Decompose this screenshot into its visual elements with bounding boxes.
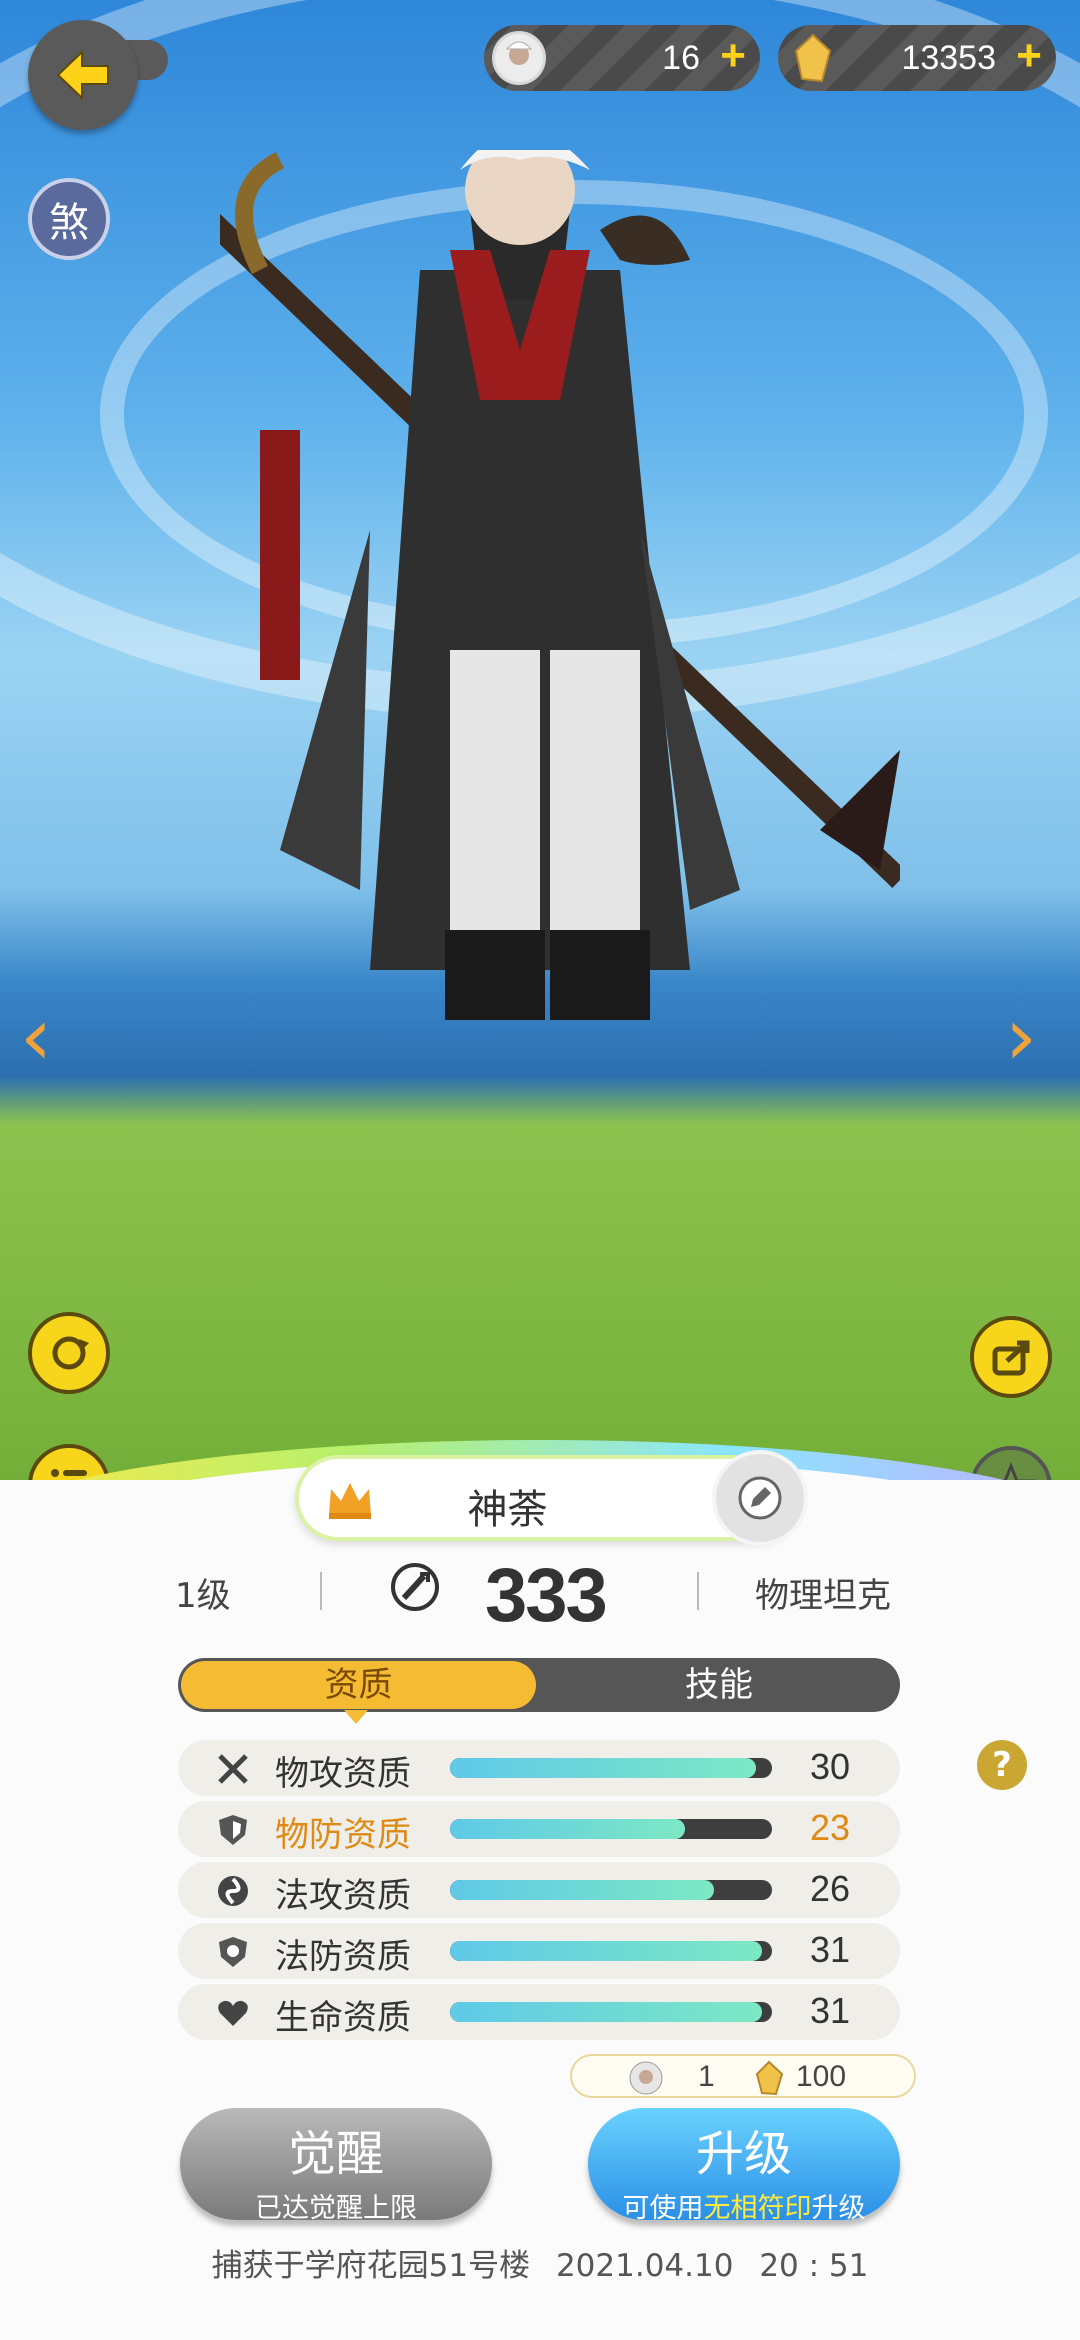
attribute-bar-fill [450, 1880, 715, 1900]
upgrade-cost: 1 100 [570, 2054, 916, 2098]
attribute-row: 法攻资质 26 [178, 1862, 900, 1918]
gold-crystal-icon [786, 31, 840, 85]
cost-token-value: 1 [698, 2060, 715, 2093]
sha-badge[interactable]: 煞 [28, 178, 110, 260]
awaken-button[interactable]: 觉醒 已达觉醒上限 [180, 2108, 492, 2224]
attribute-bar-fill [450, 2002, 763, 2022]
magic-orb-icon [218, 1876, 248, 1906]
prev-pet-arrow-icon[interactable]: ‹ [20, 990, 52, 1083]
pet-name: 神荼 [467, 1487, 548, 1533]
attribute-label: 法防资质 [275, 1937, 411, 1977]
pet-role: 物理坦克 [755, 1576, 891, 1616]
upgrade-button[interactable]: 升级 可使用无相符印升级 [588, 2108, 900, 2224]
attribute-row: 物防资质 23 [178, 1801, 900, 1857]
attribute-label: 生命资质 [275, 1998, 411, 2038]
share-button[interactable] [970, 1316, 1052, 1398]
combat-power: 333 [485, 1553, 608, 1638]
gold-crystal-icon [755, 2060, 784, 2096]
upgrade-button-label: 升级 [695, 2126, 792, 2182]
currency-gold[interactable]: 13353 + [778, 25, 1056, 91]
help-question-icon[interactable]: ? [977, 1740, 1027, 1790]
attribute-value: 31 [809, 1929, 850, 1970]
pet-level: 1级 [175, 1576, 231, 1616]
attribute-value: 31 [809, 1990, 850, 2031]
attribute-label: 物防资质 [275, 1815, 411, 1855]
capture-info: 捕获于学府花园51号楼 2021.04.10 20 : 51 [0, 2240, 1080, 2285]
character-model [220, 150, 900, 1020]
share-icon [992, 1340, 1030, 1376]
back-arrow-icon [28, 20, 138, 130]
attribute-bar-fill [450, 1941, 763, 1961]
upgrade-sub-item: 无相符印 [703, 2193, 812, 2224]
tab-skills[interactable]: 技能 [538, 1658, 900, 1712]
heart-icon [218, 2000, 248, 2026]
cost-gold-value: 100 [796, 2060, 847, 2093]
rotate-icon [52, 1336, 89, 1370]
rotate-button[interactable] [28, 1312, 110, 1394]
upgrade-sub-pre: 可使用 [622, 2193, 704, 2224]
rename-button[interactable] [712, 1450, 808, 1546]
capture-date: 2021.04.10 [555, 2248, 734, 2284]
attribute-value: 30 [809, 1746, 850, 1787]
attribute-value: 23 [809, 1807, 850, 1848]
avatar-token-icon [629, 2061, 663, 2095]
attribute-value: 26 [809, 1868, 850, 1909]
tab-bar: 资质 技能 [178, 1658, 900, 1712]
attribute-bar-fill [450, 1758, 756, 1778]
sha-badge-label: 煞 [49, 200, 89, 246]
divider [320, 1572, 322, 1610]
swords-icon [218, 1754, 248, 1784]
upgrade-sub-post: 升级 [811, 2193, 866, 2224]
magic-shield-icon [219, 1937, 247, 1967]
add-avatar-token-icon[interactable]: + [720, 31, 746, 81]
currency-gold-value: 13353 [901, 39, 996, 77]
pencil-icon [738, 1476, 782, 1520]
add-gold-icon[interactable]: + [1016, 31, 1042, 81]
attribute-bar [450, 1758, 772, 1778]
attribute-bar [450, 1880, 772, 1900]
attribute-row: 物攻资质 30 [178, 1740, 900, 1796]
tab-aptitude[interactable]: 资质 [181, 1661, 536, 1709]
attribute-bar [450, 1941, 772, 1961]
attribute-label: 法攻资质 [275, 1876, 411, 1916]
power-icon [391, 1563, 439, 1611]
capture-time: 20 : 51 [759, 2248, 869, 2284]
attribute-bar [450, 1819, 772, 1839]
attribute-bar-fill [450, 1819, 686, 1839]
attribute-label: 物攻资质 [275, 1754, 411, 1794]
awaken-button-label: 觉醒 [287, 2126, 384, 2182]
divider [697, 1572, 699, 1610]
avatar-token-icon [492, 31, 546, 85]
attribute-row: 法防资质 31 [178, 1923, 900, 1979]
active-tab-pointer [344, 1710, 368, 1724]
attribute-row: 生命资质 31 [178, 1984, 900, 2040]
capture-location: 捕获于学府花园51号楼 [211, 2248, 531, 2284]
currency-avatar-value: 16 [662, 39, 700, 77]
awaken-button-sub: 已达觉醒上限 [255, 2193, 417, 2224]
currency-avatar-token[interactable]: 16 + [484, 25, 760, 91]
back-button[interactable] [28, 20, 168, 130]
shield-icon [219, 1815, 247, 1845]
attribute-bar [450, 2002, 772, 2022]
next-pet-arrow-icon[interactable]: › [1005, 990, 1037, 1083]
upgrade-button-sub: 可使用无相符印升级 [588, 2186, 900, 2225]
